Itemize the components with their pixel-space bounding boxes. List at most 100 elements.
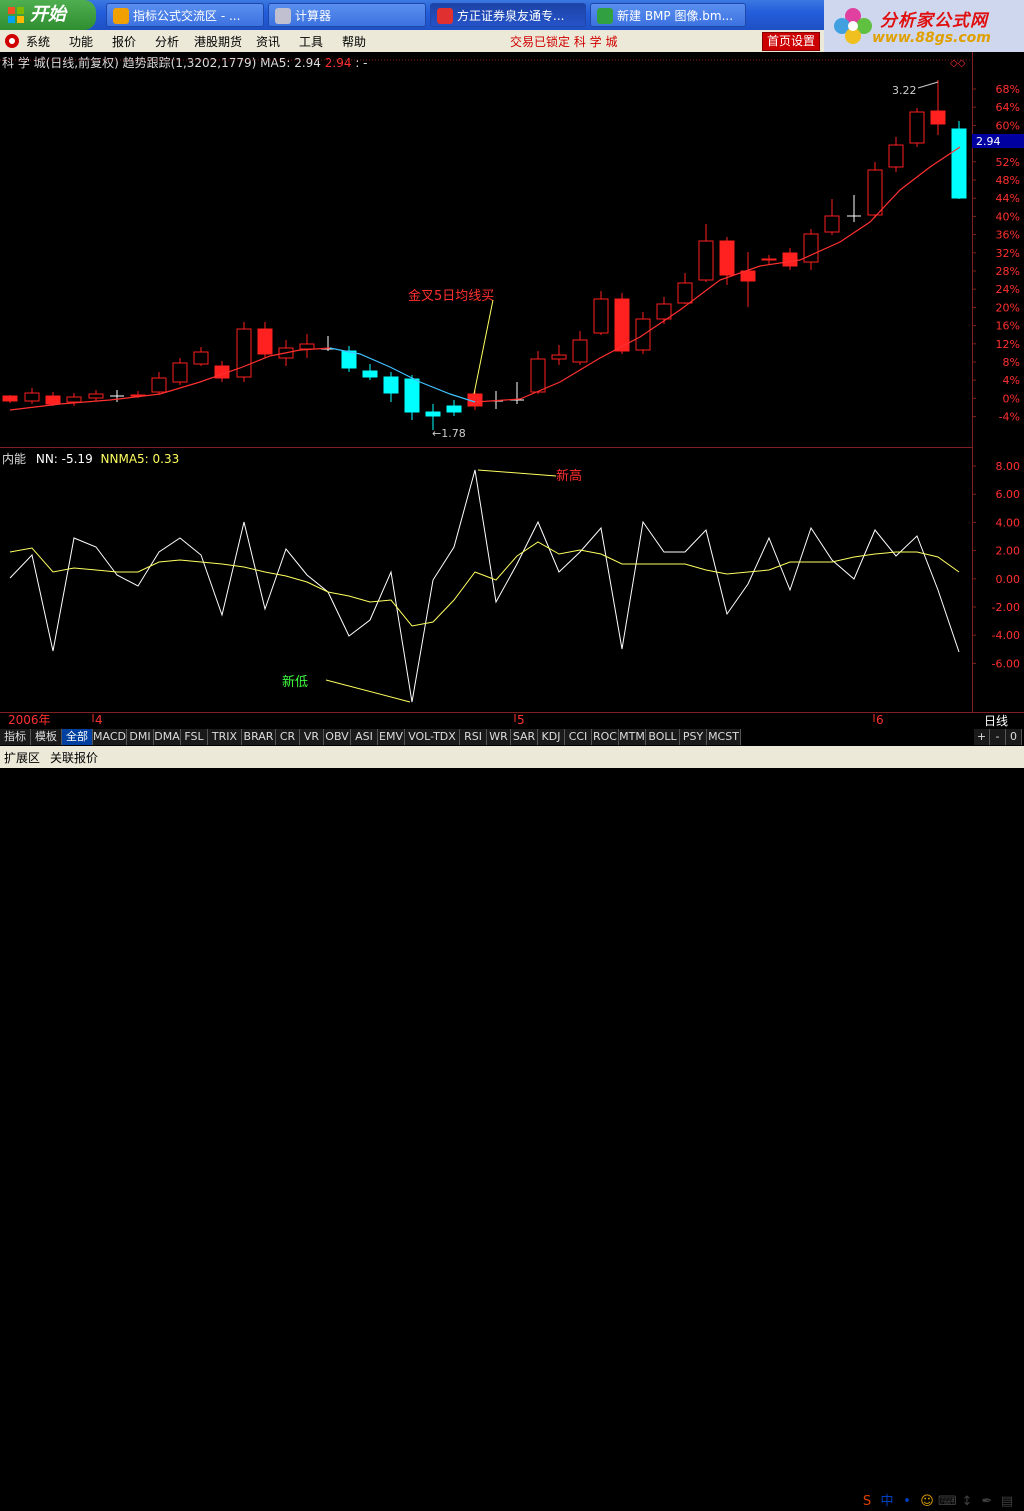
menu-system[interactable]: 系统: [26, 33, 50, 50]
candle-body-up: [572, 339, 588, 363]
price-tick-label: 48%: [996, 174, 1020, 187]
task-calculator[interactable]: 计算器: [268, 3, 426, 27]
tab-indicator-vr[interactable]: VR: [300, 729, 324, 745]
time-year-label: 2006年: [8, 713, 51, 727]
menu-news[interactable]: 资讯: [256, 33, 280, 50]
high-price-label: 3.22: [892, 84, 917, 97]
indicator-tick-label: 0.00: [996, 573, 1021, 586]
tab-0[interactable]: 指标: [0, 729, 31, 745]
status-linked-quote[interactable]: 关联报价: [50, 749, 98, 766]
task-bmp-image[interactable]: 新建 BMP 图像.bm...: [590, 3, 746, 27]
tab-indicator-cr[interactable]: CR: [276, 729, 300, 745]
tab-indicator-psy[interactable]: PSY: [680, 729, 707, 745]
candle-body-up: [698, 240, 714, 281]
ime-icon-6[interactable]: ✒: [978, 1493, 996, 1511]
stock-chart[interactable]: 68%64%60%56%52%48%44%40%36%32%28%24%20%1…: [0, 52, 1024, 729]
last-price-label: 2.94: [976, 135, 1001, 148]
tab-indicator-mtm[interactable]: MTM: [619, 729, 646, 745]
menu-hk-futures[interactable]: 港股期货: [194, 33, 242, 50]
price-tick-label: 40%: [996, 210, 1020, 223]
candle-body-down: [257, 328, 273, 355]
ime-icon-2[interactable]: •: [898, 1493, 916, 1511]
nnma5-line: [9, 541, 960, 627]
tab-indicator-emv[interactable]: EMV: [378, 729, 405, 745]
candle-body-cyan: [383, 376, 399, 394]
price-tick-label: 44%: [996, 192, 1020, 205]
candle-body-down: [761, 258, 777, 261]
tab-indicator-asi[interactable]: ASI: [351, 729, 378, 745]
menu-help[interactable]: 帮助: [342, 33, 366, 50]
tab-indicator-fsl[interactable]: FSL: [181, 729, 208, 745]
candle-body-cyan: [446, 405, 462, 413]
tab-indicator-rsi[interactable]: RSI: [460, 729, 487, 745]
price-tick-label: 32%: [996, 247, 1020, 260]
tab-indicator-brar[interactable]: BRAR: [242, 729, 276, 745]
menu-function[interactable]: 功能: [69, 33, 93, 50]
indicator-tab-strip: 指标 模板 全部 MACD DMI DMA FSL TRIX BRAR CR VR OBV ASI EMV…: [0, 729, 1024, 745]
ime-icon-0[interactable]: S: [858, 1493, 876, 1511]
golden-cross-label: 金叉5日均线买: [408, 288, 494, 304]
ime-icon-4[interactable]: ⌨: [938, 1493, 957, 1511]
price-tick-label: 64%: [996, 101, 1020, 114]
candle-body-up: [88, 393, 104, 399]
tab-zoom-control[interactable]: +: [974, 729, 990, 745]
candle-body-up: [593, 298, 609, 334]
start-button[interactable]: 开始: [0, 0, 96, 30]
task-formula-forum[interactable]: 指标公式交流区 - ...: [106, 3, 264, 27]
ime-icon-1[interactable]: 中: [878, 1493, 896, 1511]
status-extension-area[interactable]: 扩展区: [4, 749, 40, 766]
price-tick-label: 52%: [996, 156, 1020, 169]
tab-indicator-mcst[interactable]: MCST: [707, 729, 741, 745]
price-tick-label: 16%: [996, 320, 1020, 333]
new-high-label: 新高: [556, 468, 582, 484]
tab-2[interactable]: 全部: [62, 729, 93, 745]
tab-1[interactable]: 模板: [31, 729, 62, 745]
low-price-label: ←1.78: [432, 427, 466, 440]
candle-body-up: [888, 144, 904, 168]
tab-indicator-cci[interactable]: CCI: [565, 729, 592, 745]
image-icon: [597, 8, 613, 24]
menu-tools[interactable]: 工具: [299, 33, 323, 50]
nn-line: [9, 469, 960, 703]
indicator-tick-label: -4.00: [992, 629, 1020, 642]
tab-indicator-vol-tdx[interactable]: VOL-TDX: [405, 729, 460, 745]
candle-body-cyan: [341, 350, 357, 369]
tab-zoom-control[interactable]: 0: [1006, 729, 1022, 745]
tab-indicator-dma[interactable]: DMA: [154, 729, 181, 745]
tab-indicator-boll[interactable]: BOLL: [646, 729, 680, 745]
tab-indicator-kdj[interactable]: KDJ: [538, 729, 565, 745]
brand-name: 分析家公式网: [880, 11, 988, 31]
task-quantong[interactable]: 方正证券泉友通专...: [430, 3, 586, 27]
indicator-tick-label: 2.00: [996, 545, 1021, 558]
ime-icon-5[interactable]: ↕: [958, 1493, 976, 1511]
tab-indicator-obv[interactable]: OBV: [324, 729, 351, 745]
tab-indicator-macd[interactable]: MACD: [93, 729, 127, 745]
home-settings-button[interactable]: 首页设置: [762, 32, 820, 51]
candle-body-up: [824, 215, 840, 233]
menu-analysis[interactable]: 分析: [155, 33, 179, 50]
task-label: 新建 BMP 图像.bm...: [617, 9, 734, 23]
candle-body-cyan: [404, 378, 420, 413]
app-icon: [437, 8, 453, 24]
price-tick-label: 12%: [996, 338, 1020, 351]
golden-cross-arrow: [473, 299, 494, 395]
tab-indicator-wr[interactable]: WR: [487, 729, 511, 745]
windows-logo-icon: [8, 7, 24, 23]
ma5-line: [474, 146, 961, 403]
candle-body-down: [2, 395, 18, 402]
period-label[interactable]: 日线: [984, 712, 1008, 729]
tab-indicator-roc[interactable]: ROC: [592, 729, 619, 745]
candle-body-up: [24, 392, 40, 402]
candle-body-up: [656, 303, 672, 320]
calculator-icon: [275, 8, 291, 24]
ime-icon-7[interactable]: ▤: [998, 1493, 1016, 1511]
task-label: 方正证券泉友通专...: [457, 9, 565, 23]
tab-zoom-control[interactable]: -: [990, 729, 1006, 745]
ime-icon-3[interactable]: ☺: [918, 1493, 936, 1511]
tab-indicator-sar[interactable]: SAR: [511, 729, 538, 745]
app-logo-icon: [5, 34, 19, 48]
tab-indicator-trix[interactable]: TRIX: [208, 729, 242, 745]
tab-indicator-dmi[interactable]: DMI: [127, 729, 154, 745]
new-low-label: 新低: [282, 674, 308, 690]
menu-quote[interactable]: 报价: [112, 33, 136, 50]
